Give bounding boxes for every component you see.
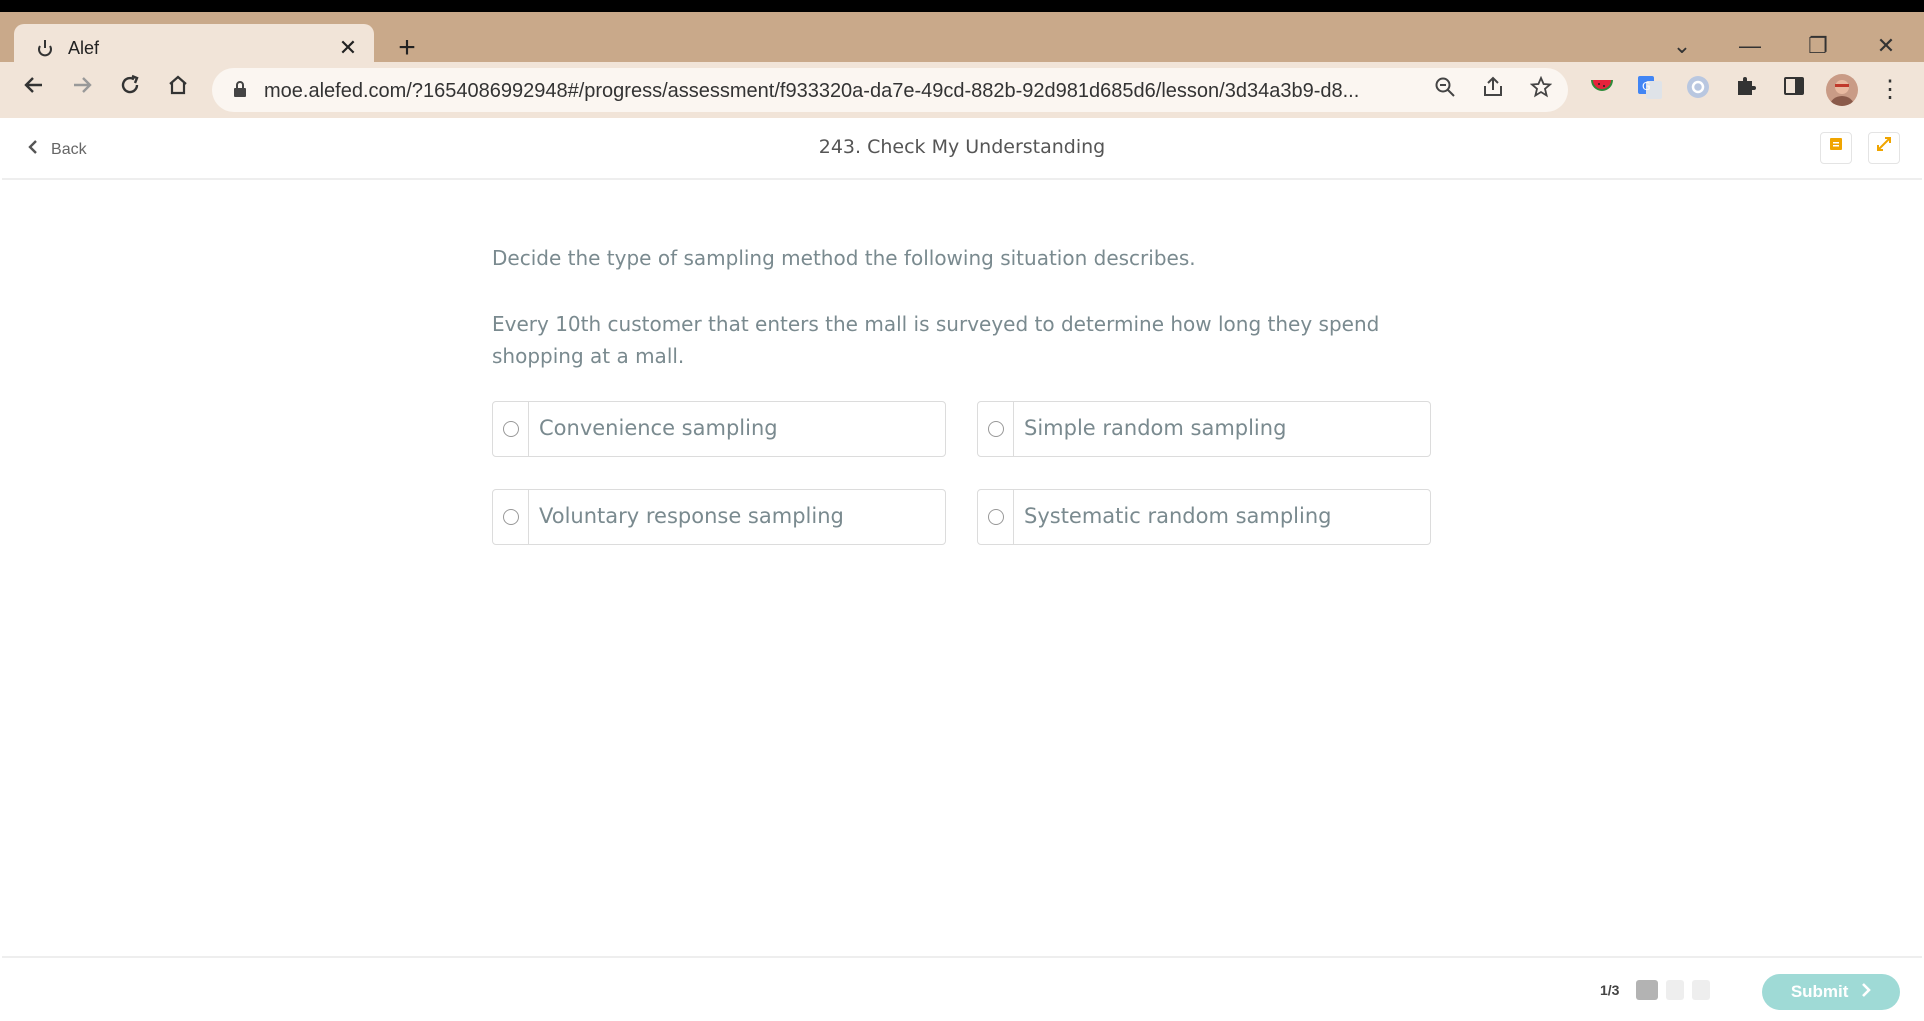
browser-toolbar: moe.alefed.com/?1654086992948#/progress/… xyxy=(0,62,1924,118)
app-header: Back 243. Check My Understanding xyxy=(2,118,1922,180)
circle-extension-icon[interactable] xyxy=(1682,74,1714,106)
submit-label: Submit xyxy=(1790,982,1849,1001)
share-icon[interactable] xyxy=(1478,76,1508,104)
question-panel: Decide the type of sampling method the f… xyxy=(492,242,1432,372)
restore-button[interactable]: ❐ xyxy=(1798,28,1838,64)
lock-icon xyxy=(230,80,250,100)
page-indicator-3[interactable] xyxy=(1692,980,1710,1000)
bookmark-star-icon[interactable] xyxy=(1526,75,1556,104)
option-convenience-sampling[interactable]: Convenience sampling xyxy=(492,401,946,457)
option-radio-cell xyxy=(493,402,529,456)
progress-counter: 1/3 xyxy=(1600,982,1620,998)
question-prompt: Decide the type of sampling method the f… xyxy=(492,246,1196,270)
zoom-icon[interactable] xyxy=(1430,76,1460,104)
screen-top-strip xyxy=(0,0,1924,12)
page-indicator-1[interactable] xyxy=(1636,980,1658,1000)
google-translate-icon[interactable]: G xyxy=(1634,74,1666,106)
assessment-footer: 1/3 Submit xyxy=(2,956,1922,1019)
side-panel-icon[interactable] xyxy=(1778,74,1810,106)
radio-button[interactable] xyxy=(503,421,519,437)
alef-favicon-icon xyxy=(34,38,56,60)
option-label: Simple random sampling xyxy=(1024,416,1287,440)
submit-button[interactable]: Submit xyxy=(1762,974,1900,1010)
glossary-icon[interactable] xyxy=(1820,132,1852,164)
page-indicator-2[interactable] xyxy=(1666,980,1684,1000)
option-radio-cell xyxy=(493,490,529,544)
tab-strip: Alef ✕ + ⌄ — ❐ ✕ xyxy=(0,12,1924,74)
url-text[interactable]: moe.alefed.com/?1654086992948#/progress/… xyxy=(264,80,1414,103)
menu-kebab-icon[interactable]: ⋮ xyxy=(1874,74,1906,106)
radio-button[interactable] xyxy=(988,509,1004,525)
chevron-right-icon xyxy=(1861,982,1872,1001)
svg-text:G: G xyxy=(1642,80,1651,93)
fullscreen-icon[interactable] xyxy=(1868,132,1900,164)
forward-arrow-icon[interactable] xyxy=(64,72,100,108)
option-radio-cell xyxy=(978,402,1014,456)
option-voluntary-response-sampling[interactable]: Voluntary response sampling xyxy=(492,489,946,545)
option-label: Convenience sampling xyxy=(539,416,778,440)
option-systematic-random-sampling[interactable]: Systematic random sampling xyxy=(977,489,1431,545)
home-icon[interactable] xyxy=(160,72,196,108)
back-arrow-icon[interactable] xyxy=(16,72,52,108)
option-radio-cell xyxy=(978,490,1014,544)
radio-button[interactable] xyxy=(503,509,519,525)
tab-title: Alef xyxy=(68,38,100,58)
new-tab-button[interactable]: + xyxy=(392,30,422,66)
page-title: 243. Check My Understanding xyxy=(818,136,1106,158)
question-situation: Every 10th customer that enters the mall… xyxy=(492,312,1380,368)
option-label: Voluntary response sampling xyxy=(539,504,844,528)
address-bar[interactable]: moe.alefed.com/?1654086992948#/progress/… xyxy=(212,68,1568,112)
profile-avatar[interactable] xyxy=(1826,74,1858,106)
radio-button[interactable] xyxy=(988,421,1004,437)
close-window-button[interactable]: ✕ xyxy=(1866,28,1906,64)
tab-close-icon[interactable]: ✕ xyxy=(336,36,360,60)
extensions-puzzle-icon[interactable] xyxy=(1730,74,1762,106)
watermelon-extension-icon[interactable] xyxy=(1586,74,1618,106)
tab-search-icon[interactable]: ⌄ xyxy=(1662,28,1702,64)
reload-icon[interactable] xyxy=(112,72,148,108)
minimize-button[interactable]: — xyxy=(1730,28,1770,64)
option-label: Systematic random sampling xyxy=(1024,504,1332,528)
option-simple-random-sampling[interactable]: Simple random sampling xyxy=(977,401,1431,457)
